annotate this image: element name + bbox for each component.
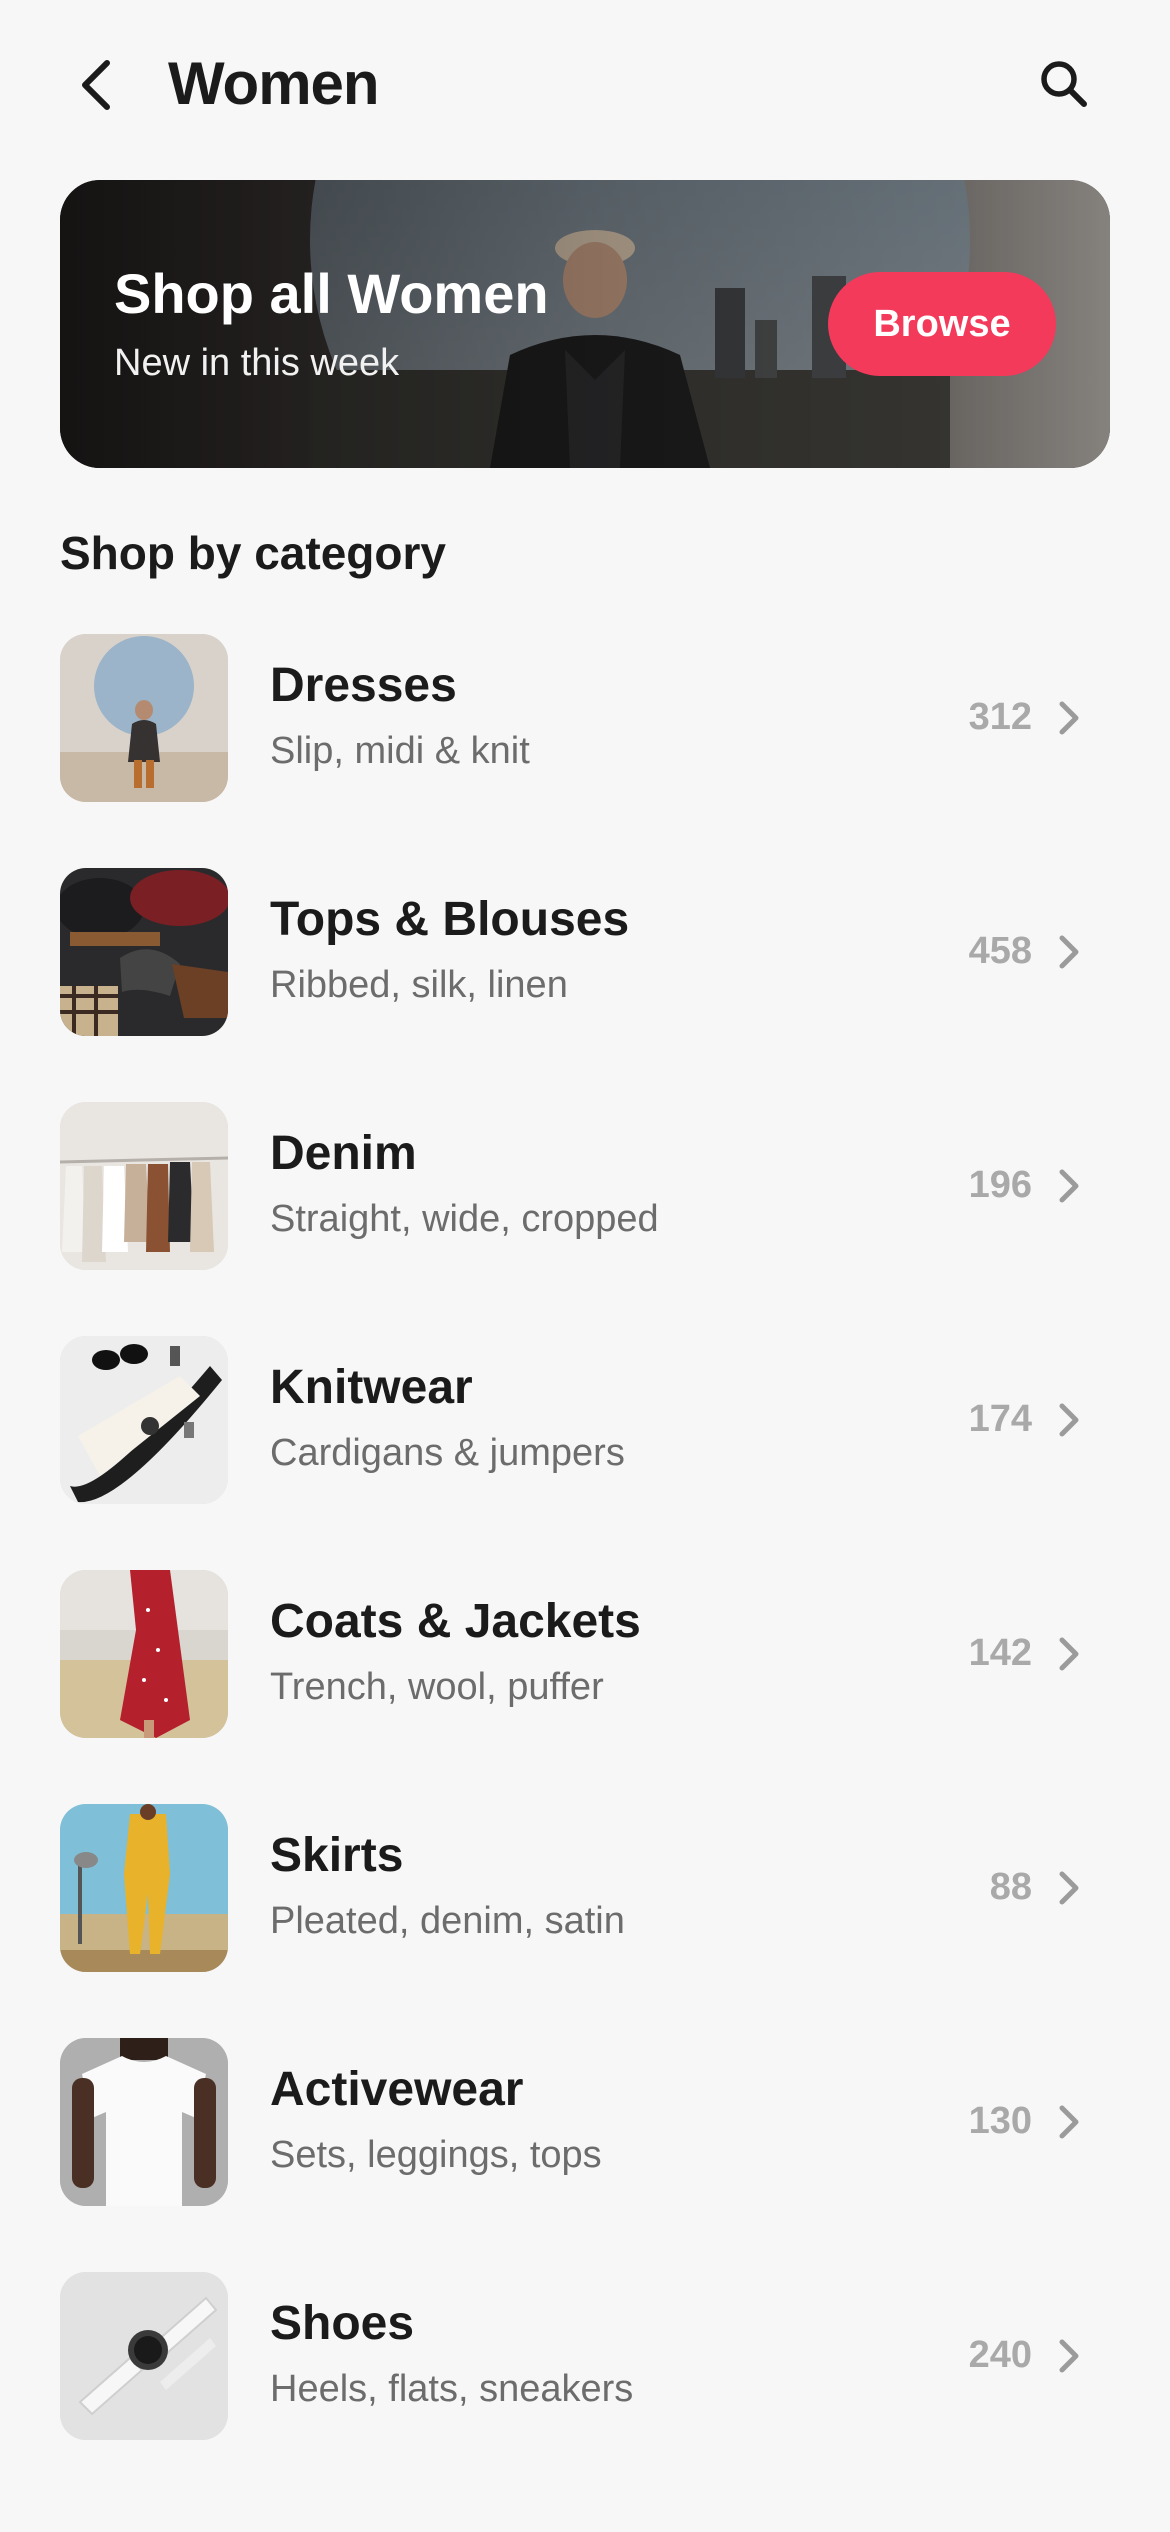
category-name: Activewear xyxy=(270,2063,524,2116)
category-row-activewear[interactable]: Activewear Sets, leggings, tops 130 xyxy=(0,2038,1170,2272)
shoes-image xyxy=(60,2272,228,2440)
category-thumbnail xyxy=(60,1336,228,1504)
dresses-image xyxy=(60,634,228,802)
category-row-denim[interactable]: Denim Straight, wide, cropped 196 xyxy=(0,1102,1170,1336)
chevron-right-icon xyxy=(1059,1637,1079,1671)
tops-blouses-image xyxy=(60,868,228,1036)
category-row-coats-jackets[interactable]: Coats & Jackets Trench, wool, puffer 142 xyxy=(0,1570,1170,1804)
category-name: Denim xyxy=(270,1127,417,1180)
category-description: Sets, leggings, tops xyxy=(270,2134,602,2176)
category-thumbnail xyxy=(60,868,228,1036)
category-row-knitwear[interactable]: Knitwear Cardigans & jumpers 174 xyxy=(0,1336,1170,1570)
category-description: Straight, wide, cropped xyxy=(270,1198,659,1240)
category-description: Pleated, denim, satin xyxy=(270,1900,625,1942)
category-thumbnail xyxy=(60,634,228,802)
category-count: 174 xyxy=(968,1398,1032,1440)
browse-button[interactable]: Browse xyxy=(828,272,1056,376)
chevron-right-icon xyxy=(1059,1403,1079,1437)
category-count: 458 xyxy=(968,930,1032,972)
chevron-right-icon xyxy=(1059,1169,1079,1203)
category-count: 240 xyxy=(968,2334,1032,2376)
category-list: Dresses Slip, midi & knit 312 Tops & Blo… xyxy=(0,634,1170,2506)
category-name: Coats & Jackets xyxy=(270,1595,641,1648)
category-name: Shoes xyxy=(270,2297,415,2350)
category-thumbnail xyxy=(60,2038,228,2206)
section-title: Shop by category xyxy=(60,527,446,579)
category-name: Knitwear xyxy=(270,1361,473,1414)
search-button[interactable] xyxy=(1028,48,1100,120)
denim-image xyxy=(60,1102,228,1270)
chevron-right-icon xyxy=(1059,2105,1079,2139)
category-description: Slip, midi & knit xyxy=(270,730,530,772)
category-description: Trench, wool, puffer xyxy=(270,1666,604,1708)
category-thumbnail xyxy=(60,1570,228,1738)
category-count: 130 xyxy=(968,2100,1032,2142)
chevron-right-icon xyxy=(1059,701,1079,735)
category-count: 142 xyxy=(968,1632,1032,1674)
chevron-right-icon xyxy=(1059,2339,1079,2373)
category-description: Cardigans & jumpers xyxy=(270,1432,625,1474)
chevron-right-icon xyxy=(1059,935,1079,969)
skirts-image xyxy=(60,1804,228,1972)
category-thumbnail xyxy=(60,1804,228,1972)
coats-jackets-image xyxy=(60,1570,228,1738)
hero-title: Shop all Women xyxy=(114,262,549,325)
top-bar: Women xyxy=(0,0,1170,170)
category-row-skirts[interactable]: Skirts Pleated, denim, satin 88 xyxy=(0,1804,1170,2038)
category-description: Heels, flats, sneakers xyxy=(270,2368,634,2410)
category-row-dresses[interactable]: Dresses Slip, midi & knit 312 xyxy=(0,634,1170,868)
category-row-tops-blouses[interactable]: Tops & Blouses Ribbed, silk, linen 458 xyxy=(0,868,1170,1102)
category-count: 88 xyxy=(989,1866,1032,1908)
back-button[interactable] xyxy=(62,50,132,120)
category-page: Women Shop all Women New in this week Br… xyxy=(0,0,1170,2532)
category-count: 312 xyxy=(968,696,1032,738)
category-thumbnail xyxy=(60,1102,228,1270)
page-title: Women xyxy=(168,50,380,117)
chevron-right-icon xyxy=(1059,1871,1079,1905)
category-name: Skirts xyxy=(270,1829,404,1882)
knitwear-image xyxy=(60,1336,228,1504)
hero-subtitle: New in this week xyxy=(114,342,400,384)
category-count: 196 xyxy=(968,1164,1032,1206)
category-row-shoes[interactable]: Shoes Heels, flats, sneakers 240 xyxy=(0,2272,1170,2506)
chevron-left-icon xyxy=(82,60,110,110)
category-name: Tops & Blouses xyxy=(270,893,630,946)
search-icon xyxy=(1041,61,1087,107)
activewear-image xyxy=(60,2038,228,2206)
hero-banner[interactable]: Shop all Women New in this week Browse xyxy=(60,180,1110,468)
category-name: Dresses xyxy=(270,659,457,712)
category-thumbnail xyxy=(60,2272,228,2440)
category-description: Ribbed, silk, linen xyxy=(270,964,568,1006)
